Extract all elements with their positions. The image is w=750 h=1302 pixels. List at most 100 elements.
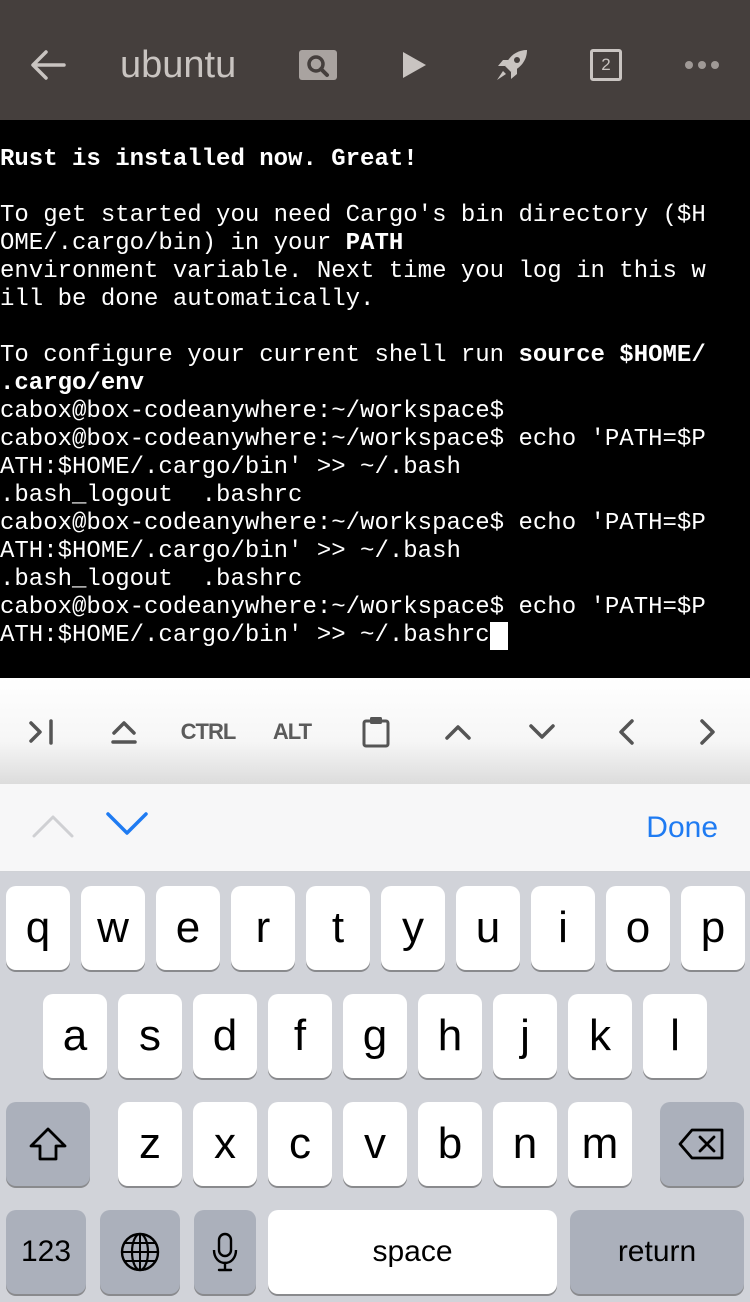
key-z[interactable]: z: [118, 1102, 182, 1186]
key-m[interactable]: m: [568, 1102, 632, 1186]
return-key[interactable]: return: [570, 1210, 744, 1294]
key-s[interactable]: s: [118, 994, 182, 1078]
key-w[interactable]: w: [81, 886, 145, 970]
key-j[interactable]: j: [493, 994, 557, 1078]
terminal-text-bold: source $HOME/: [518, 342, 706, 369]
workspace-title: ubuntu: [120, 43, 237, 86]
dictation-key[interactable]: [194, 1210, 256, 1294]
terminal-line: To configure your current shell run sour…: [0, 342, 706, 370]
key-a[interactable]: a: [43, 994, 107, 1078]
terminal-text: cabox@box-codeanywhere:~/workspace$ echo…: [0, 510, 706, 537]
terminal-line: .bash_logout .bashrc: [0, 482, 706, 510]
clipboard-icon: [362, 717, 390, 748]
backspace-icon: [678, 1128, 724, 1160]
back-button[interactable]: [18, 38, 78, 92]
hide-keyboard-icon: [111, 721, 137, 744]
arrow-down-key[interactable]: [516, 702, 568, 762]
shift-icon: [29, 1127, 67, 1161]
terminal-text: ill be done automatically.: [0, 286, 375, 313]
play-icon: [403, 52, 426, 78]
terminal-line: OME/.cargo/bin) in your PATH: [0, 230, 706, 258]
terminal-lines: Rust is installed now. Great! To get star…: [0, 146, 706, 650]
terminal-line: cabox@box-codeanywhere:~/workspace$: [0, 398, 706, 426]
key-u[interactable]: u: [456, 886, 520, 970]
run-button[interactable]: [388, 40, 440, 90]
key-x[interactable]: x: [193, 1102, 257, 1186]
previous-field-button[interactable]: [28, 804, 78, 848]
paste-key[interactable]: [350, 702, 402, 762]
arrow-left-key[interactable]: [600, 702, 652, 762]
terminal-line: ATH:$HOME/.cargo/bin' >> ~/.bash: [0, 454, 706, 482]
hide-keyboard-key[interactable]: [98, 702, 150, 762]
key-h[interactable]: h: [418, 994, 482, 1078]
terminal-text-bold: Rust is installed now. Great!: [0, 146, 418, 173]
terminal-line: cabox@box-codeanywhere:~/workspace$ echo…: [0, 594, 706, 622]
terminal-text: To configure your current shell run: [0, 342, 519, 369]
terminal-output[interactable]: Rust is installed now. Great! To get star…: [0, 120, 750, 678]
globe-icon: [120, 1232, 160, 1272]
key-n[interactable]: n: [493, 1102, 557, 1186]
terminal-text: To get started you need Cargo's bin dire…: [0, 202, 706, 229]
terminal-line: .cargo/env: [0, 370, 706, 398]
chevron-down-icon: [529, 724, 555, 739]
terminal-text: cabox@box-codeanywhere:~/workspace$ echo…: [0, 594, 706, 621]
tab-icon: [29, 719, 53, 745]
key-l[interactable]: l: [643, 994, 707, 1078]
more-button[interactable]: [676, 40, 728, 90]
delete-key[interactable]: [660, 1102, 744, 1186]
next-field-button[interactable]: [102, 802, 152, 846]
numbers-key[interactable]: 123: [6, 1210, 86, 1294]
terminal-line: ATH:$HOME/.cargo/bin' >> ~/.bash: [0, 538, 706, 566]
key-b[interactable]: b: [418, 1102, 482, 1186]
done-button[interactable]: Done: [646, 806, 718, 850]
space-key[interactable]: space: [268, 1210, 557, 1294]
arrow-right-key[interactable]: [682, 702, 734, 762]
terminal-line: ATH:$HOME/.cargo/bin' >> ~/.bashrc: [0, 622, 706, 650]
on-screen-keyboard: q w e r t y u i o p a s d f g h j k l z …: [0, 872, 750, 1302]
shift-key[interactable]: [6, 1102, 90, 1186]
key-y[interactable]: y: [381, 886, 445, 970]
chevron-left-icon: [619, 719, 634, 745]
chevron-down-icon: [106, 812, 148, 835]
terminal-line: .bash_logout .bashrc: [0, 566, 706, 594]
key-r[interactable]: r: [231, 886, 295, 970]
terminal-text: .bash_logout .bashrc: [0, 566, 303, 593]
deploy-button[interactable]: [484, 38, 540, 92]
terminal-text: ATH:$HOME/.cargo/bin' >> ~/.bash: [0, 454, 461, 481]
alt-key[interactable]: ALT: [262, 702, 322, 762]
key-o[interactable]: o: [606, 886, 670, 970]
open-tabs-button[interactable]: 2: [582, 40, 630, 90]
ctrl-key-label: CTRL: [180, 719, 237, 744]
terminal-cursor: [489, 622, 508, 650]
key-v[interactable]: v: [343, 1102, 407, 1186]
keyboard-toolbar: Done: [0, 784, 750, 872]
tab-key[interactable]: [16, 702, 68, 762]
search-button[interactable]: [292, 42, 344, 88]
chevron-up-icon: [445, 725, 471, 740]
key-k[interactable]: k: [568, 994, 632, 1078]
tab-count-badge: 2: [590, 49, 622, 81]
key-d[interactable]: d: [193, 994, 257, 1078]
key-q[interactable]: q: [6, 886, 70, 970]
microphone-icon: [212, 1232, 238, 1272]
key-i[interactable]: i: [531, 886, 595, 970]
terminal-line: ill be done automatically.: [0, 286, 706, 314]
key-p[interactable]: p: [681, 886, 745, 970]
ctrl-key[interactable]: CTRL: [174, 702, 242, 762]
key-t[interactable]: t: [306, 886, 370, 970]
key-g[interactable]: g: [343, 994, 407, 1078]
terminal-text: ATH:$HOME/.cargo/bin' >> ~/.bash: [0, 538, 461, 565]
terminal-line: cabox@box-codeanywhere:~/workspace$ echo…: [0, 510, 706, 538]
globe-key[interactable]: [100, 1210, 180, 1294]
key-e[interactable]: e: [156, 886, 220, 970]
terminal-text: .bash_logout .bashrc: [0, 482, 303, 509]
chevron-right-icon: [700, 719, 715, 745]
terminal-text: cabox@box-codeanywhere:~/workspace$ echo…: [0, 426, 706, 453]
arrow-up-key[interactable]: [432, 702, 484, 762]
terminal-text: environment variable. Next time you log …: [0, 258, 706, 285]
key-f[interactable]: f: [268, 994, 332, 1078]
terminal-text-bold: PATH: [345, 230, 404, 257]
key-c[interactable]: c: [268, 1102, 332, 1186]
